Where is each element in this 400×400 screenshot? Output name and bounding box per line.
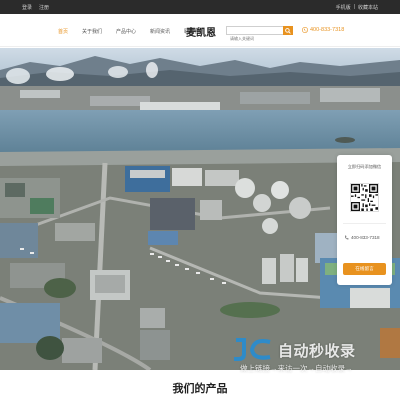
qr-code-icon	[351, 184, 378, 211]
watermark-logo-icon	[234, 338, 271, 361]
watermark-subtitle: 做上链接→来访一次→自动收录→	[240, 364, 353, 373]
separator: |	[353, 4, 355, 10]
phone-icon	[345, 235, 349, 240]
nav-item-home[interactable]: 首页	[58, 28, 68, 35]
nav-item-about[interactable]: 关于我们	[82, 28, 102, 35]
side-widget-title: 立即扫码添加微信	[347, 164, 382, 169]
favorite-link[interactable]: 收藏本站	[358, 4, 378, 11]
header-phone: 400-833-7318	[302, 27, 344, 33]
side-widget-phone: 400-833-7318	[344, 235, 380, 240]
nav-item-news[interactable]: 新闻资讯	[150, 28, 170, 35]
search-icon	[285, 27, 291, 34]
online-message-button[interactable]: 在线留言	[343, 263, 386, 275]
watermark-overlay: 自动秒收录 做上链接→来访一次→自动收录→	[230, 330, 400, 378]
search-button[interactable]	[283, 26, 293, 35]
register-link[interactable]: 注册	[39, 4, 49, 11]
phone-icon	[302, 27, 308, 33]
mobile-link[interactable]: 手机版	[336, 4, 351, 11]
contact-side-widget: 立即扫码添加微信 400-833-7318 在线留言	[337, 155, 392, 285]
utility-links: 手机版 | 收藏本站	[336, 4, 378, 11]
header: 首页 关于我们 产品中心 新闻资讯 联系我们 麦凯恩 400-833-7318	[0, 14, 400, 47]
login-link[interactable]: 登录	[22, 4, 32, 11]
wechat-qr-code	[350, 183, 379, 212]
search-input[interactable]	[227, 35, 283, 42]
site-logo[interactable]: 麦凯恩	[186, 24, 216, 39]
auth-links: 登录 注册	[22, 4, 49, 11]
search-box	[226, 26, 293, 42]
main-nav: 首页 关于我们 产品中心 新闻资讯 联系我们	[58, 28, 204, 35]
nav-item-products[interactable]: 产品中心	[116, 28, 136, 35]
top-bar: 登录 注册 手机版 | 收藏本站	[0, 0, 400, 14]
products-section-title: 我们的产品	[172, 383, 228, 395]
watermark-title: 自动秒收录	[278, 343, 356, 360]
side-widget-phone-number: 400-833-7318	[351, 235, 380, 240]
divider	[343, 223, 386, 224]
header-phone-number: 400-833-7318	[310, 27, 345, 33]
